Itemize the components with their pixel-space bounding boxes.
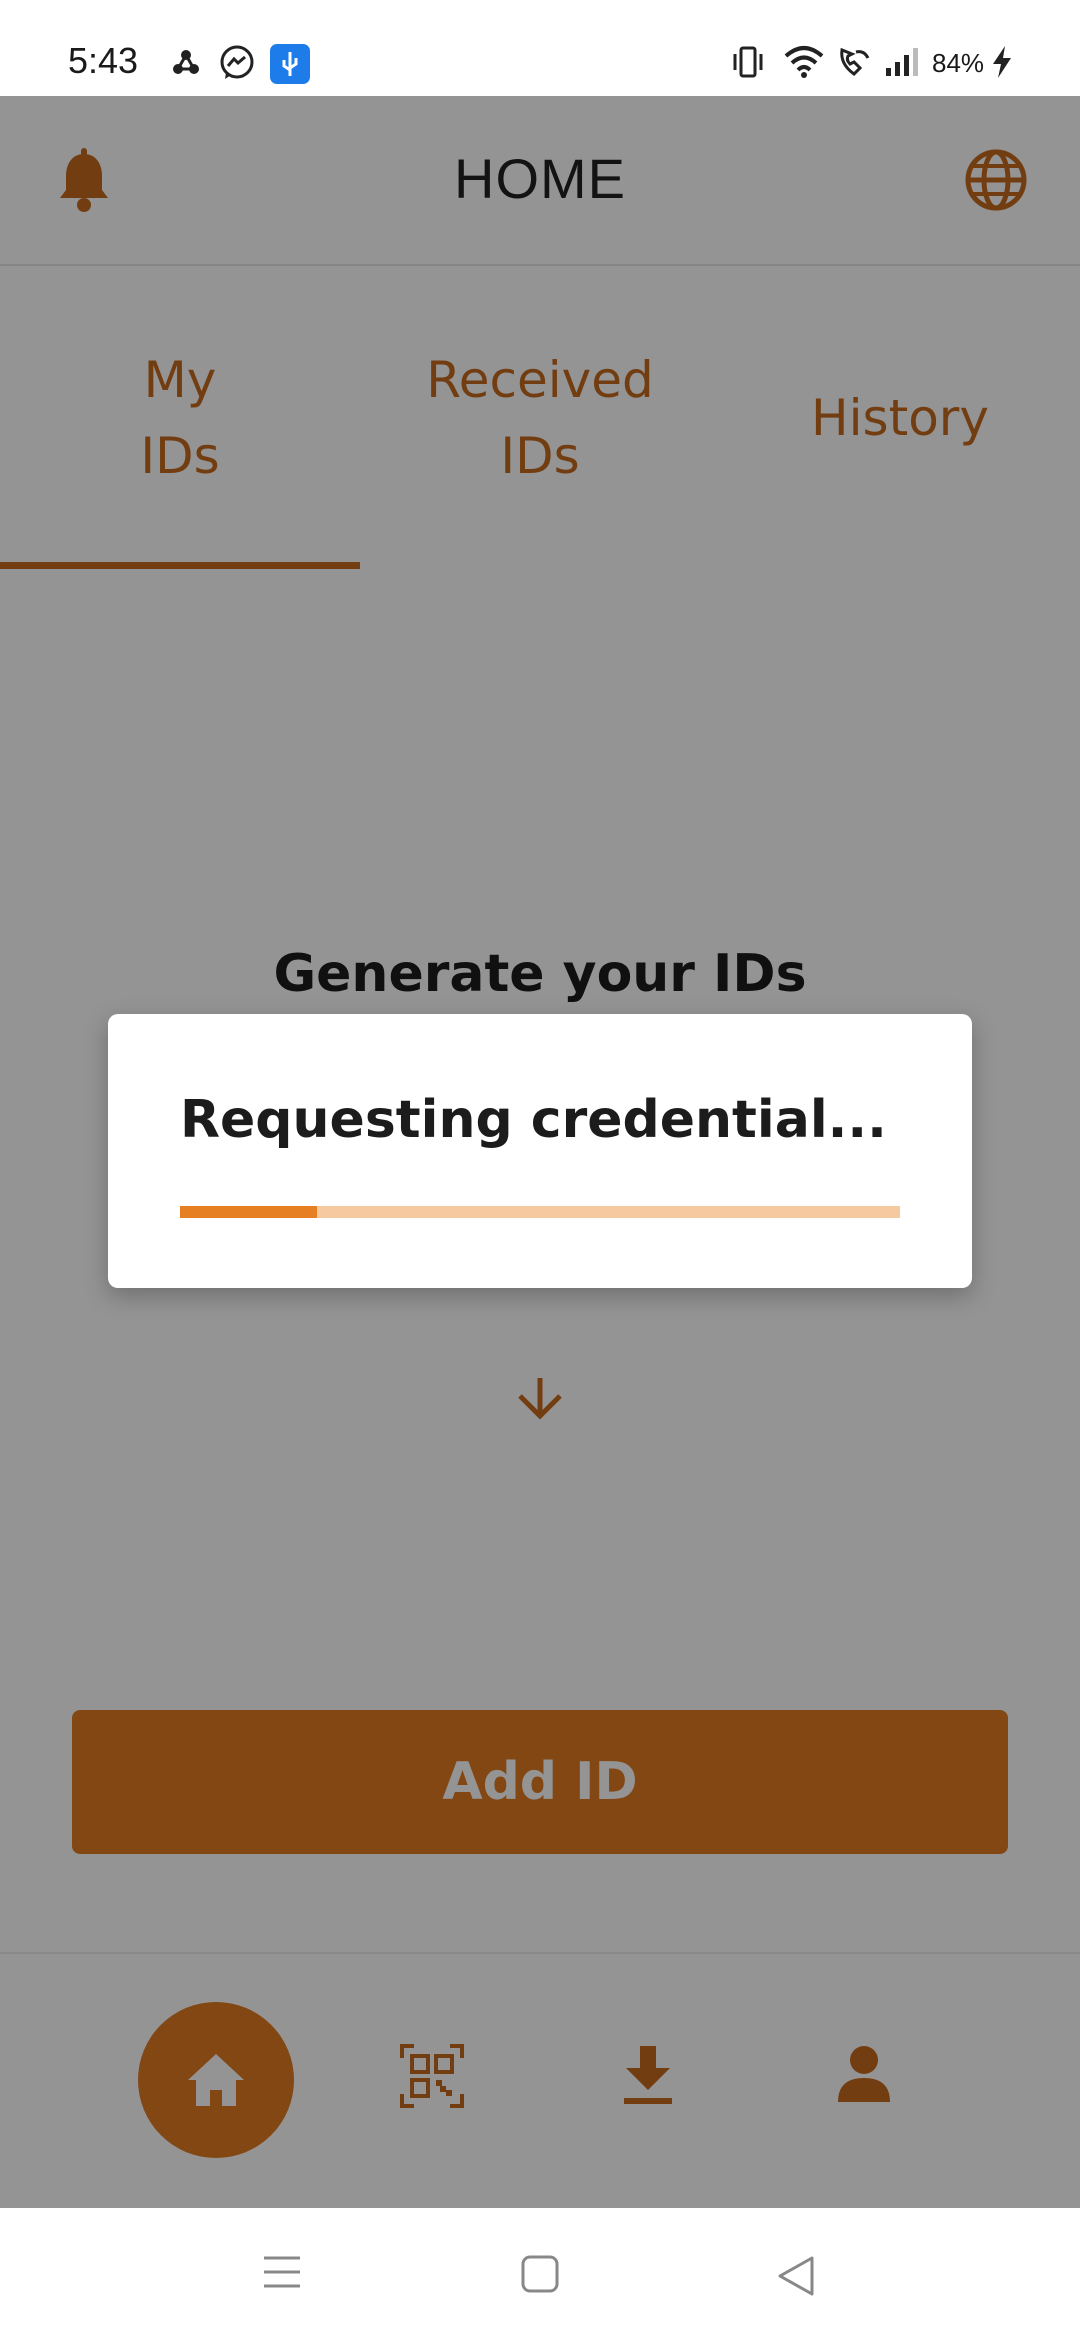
app-notification-icon — [173, 50, 199, 74]
usb-icon — [270, 44, 310, 84]
wifi-icon — [784, 46, 824, 78]
battery-percentage: 84% — [932, 48, 985, 78]
progress-bar — [180, 1206, 900, 1218]
charging-icon — [993, 46, 1011, 78]
vibrate-icon — [733, 46, 763, 78]
back-icon[interactable] — [776, 2254, 816, 2298]
loading-dialog: Requesting credential... — [108, 1014, 972, 1288]
status-time: 5:43 — [68, 40, 139, 81]
system-navigation-bar — [0, 2208, 1080, 2340]
home-square-icon[interactable] — [520, 2254, 560, 2294]
status-bar: 5:43 84% — [0, 0, 1080, 96]
dialog-message: Requesting credential... — [180, 1090, 887, 1150]
wifi-calling-icon — [840, 47, 870, 76]
progress-bar-fill — [180, 1206, 317, 1218]
menu-icon[interactable] — [262, 2254, 302, 2290]
signal-icon — [886, 48, 918, 76]
messenger-icon — [220, 45, 254, 79]
